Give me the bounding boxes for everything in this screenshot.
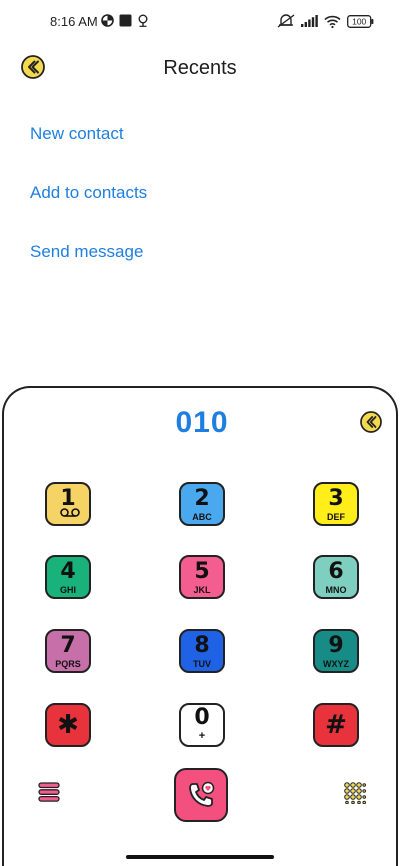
mute-icon xyxy=(277,14,295,28)
dial-key-digit: 6 xyxy=(328,559,344,584)
backspace-button[interactable] xyxy=(360,411,382,433)
dial-key-5[interactable]: 5 JKL xyxy=(179,555,225,599)
dial-key-digit: ✱ xyxy=(57,710,79,740)
stop-square-icon xyxy=(119,14,132,27)
header: Recents xyxy=(0,50,400,86)
dialed-number: 010 xyxy=(175,406,229,439)
dial-key-letters: GHI xyxy=(59,585,76,595)
dial-key-letters: PQRS xyxy=(55,659,81,669)
dial-key-star[interactable]: ✱ xyxy=(45,703,91,747)
dial-key-digit: 9 xyxy=(328,633,344,658)
dial-key-0[interactable]: 0 + xyxy=(179,703,225,747)
status-time: 8:16 AM xyxy=(50,14,98,29)
battery-level: 100 xyxy=(352,16,366,26)
dial-key-digit: 4 xyxy=(60,559,76,584)
dial-key-digit: 3 xyxy=(328,486,344,511)
dial-key-digit: # xyxy=(325,710,347,740)
dial-key-3[interactable]: 3 DEF xyxy=(313,482,359,526)
dial-key-9[interactable]: 9 WXYZ xyxy=(313,629,359,673)
dial-key-letters: + xyxy=(198,730,206,742)
dial-key-2[interactable]: 2 ABC xyxy=(179,482,225,526)
location-pin-icon xyxy=(138,14,148,27)
dial-key-letters: ABC xyxy=(192,512,212,522)
dialpad-toggle-icon[interactable] xyxy=(344,782,366,804)
dial-key-hash[interactable]: # xyxy=(313,703,359,747)
wifi-icon xyxy=(324,15,341,28)
status-bar: 8:16 AM 100 xyxy=(0,0,400,44)
dial-key-letters: DEF xyxy=(327,512,345,522)
dial-key-6[interactable]: 6 MNO xyxy=(313,555,359,599)
add-to-contacts-link[interactable]: Add to contacts xyxy=(30,183,147,203)
dial-key-digit: 8 xyxy=(194,633,210,658)
dial-key-letters: WXYZ xyxy=(323,659,349,669)
page-title: Recents xyxy=(163,57,237,79)
signal-icon xyxy=(301,15,318,27)
dial-key-1[interactable]: 1 xyxy=(45,482,91,526)
dial-key-letters: TUV xyxy=(193,659,211,669)
dial-key-digit: 0 xyxy=(194,705,210,730)
new-contact-link[interactable]: New contact xyxy=(30,124,124,144)
menu-button[interactable] xyxy=(38,781,60,803)
dial-key-digit: 5 xyxy=(194,559,210,584)
dial-key-letters: JKL xyxy=(193,585,211,595)
data-saver-icon xyxy=(101,14,114,27)
dial-key-7[interactable]: 7 PQRS xyxy=(45,629,91,673)
dial-key-4[interactable]: 4 GHI xyxy=(45,555,91,599)
dial-key-digit: 7 xyxy=(60,633,76,658)
battery-icon: 100 xyxy=(347,14,374,28)
voicemail-icon xyxy=(60,508,80,517)
phone-call-icon xyxy=(189,781,215,807)
home-indicator[interactable] xyxy=(126,855,274,859)
call-button[interactable] xyxy=(174,768,228,822)
dialpad-panel: 010 1 2 ABC 3 DEF 4 GHI 5 JKL 6 MNO 7 PQ… xyxy=(2,386,398,866)
dial-key-8[interactable]: 8 TUV xyxy=(179,629,225,673)
send-message-link[interactable]: Send message xyxy=(30,242,143,262)
dial-key-letters: MNO xyxy=(325,585,347,595)
dial-key-digit: 2 xyxy=(194,486,210,511)
